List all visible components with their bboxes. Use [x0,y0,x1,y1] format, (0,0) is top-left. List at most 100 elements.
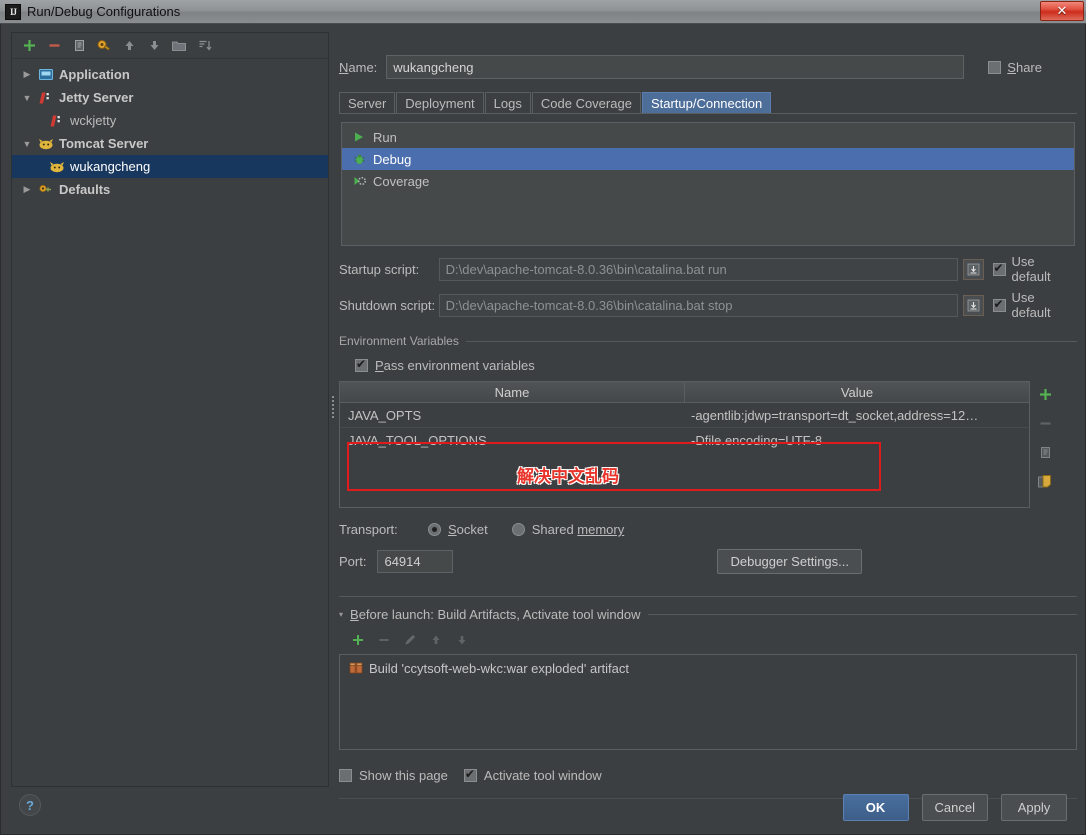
close-window-button[interactable]: ✕ [1040,1,1084,21]
before-launch-task-list[interactable]: Build 'ccytsoft-web-wkc:war exploded' ar… [339,654,1077,750]
remove-env-var-button[interactable] [1035,413,1055,433]
table-row[interactable]: JAVA_TOOL_OPTIONS -Dfile.encoding=UTF-8 [340,428,1029,478]
tab-server[interactable]: Server [339,92,396,113]
pass-env-mnemonic: P [375,358,384,373]
tab-code-coverage[interactable]: Code Coverage [531,92,641,113]
save-configuration-button[interactable] [93,35,115,57]
share-checkbox-box[interactable] [988,60,1002,74]
show-this-page-box[interactable] [339,769,352,782]
tree-item-wukangcheng[interactable]: wukangcheng [12,155,328,178]
environment-variables-table-header: Name Value [340,382,1029,403]
pass-environment-variables-checkbox[interactable]: Pass environment variables [355,357,1077,373]
pass-env-box[interactable] [355,357,368,372]
port-row: Port: Debugger Settings... [339,549,1077,574]
application-icon [37,67,54,83]
remove-task-button[interactable] [375,631,393,649]
startup-mode-debug[interactable]: Debug [342,148,1074,170]
tomcat-icon [48,159,65,175]
startup-script-macro-button[interactable] [962,258,984,280]
tree-item-label: Tomcat Server [59,136,149,151]
env-var-value: -Dfile.encoding=UTF-8 [691,433,823,448]
transport-socket-radio[interactable]: Socket [428,522,488,537]
transport-socket-radio-dot[interactable] [428,523,441,536]
startup-use-default-checkbox[interactable]: Use default [992,254,1077,284]
shutdown-use-default-checkbox[interactable]: Use default [992,290,1077,320]
share-checkbox[interactable]: Share [988,60,1042,75]
environment-variables-title: Environment Variables [339,334,1077,348]
tree-item-jetty-server[interactable]: ▼ Jetty Server [12,86,328,109]
paste-env-var-button[interactable] [1035,471,1055,491]
move-down-button[interactable] [143,35,165,57]
chevron-right-icon[interactable]: ▶ [20,68,34,82]
tree-item-application[interactable]: ▶ Application [12,63,328,86]
edit-task-button[interactable] [401,631,419,649]
artifact-icon [348,660,364,676]
before-launch-label: Before launch: Build Artifacts, Activate… [350,607,641,622]
chevron-down-icon[interactable]: ▼ [20,91,34,105]
activate-tool-window-box[interactable] [463,767,477,782]
copy-env-var-button[interactable] [1035,442,1055,462]
shutdown-script-input[interactable]: D:\dev\apache-tomcat-8.0.36\bin\catalina… [438,293,958,317]
shutdown-script-macro-button[interactable] [962,294,984,316]
startup-mode-list[interactable]: Run Debug Coverage [341,122,1075,246]
startup-script-row: Startup script: D:\dev\apache-tomcat-8.0… [339,254,1077,284]
list-item[interactable]: Build 'ccytsoft-web-wkc:war exploded' ar… [340,657,1076,679]
startup-mode-run[interactable]: Run [342,126,1074,148]
activate-tool-window-checkbox[interactable]: Activate tool window [463,767,602,783]
apply-button[interactable]: Apply [1001,794,1067,821]
jetty-icon [48,113,65,129]
tree-item-tomcat-server[interactable]: ▼ Tomcat Server [12,132,328,155]
table-row[interactable]: JAVA_OPTS -agentlib:jdwp=transport=dt_so… [340,403,1029,428]
pass-env-rest: ass environment variables [383,358,535,373]
add-task-button[interactable] [349,631,367,649]
env-var-value: -agentlib:jdwp=transport=dt_socket,addre… [691,407,979,423]
tab-startup-connection[interactable]: Startup/Connection [641,92,772,113]
run-debug-configurations-dialog: IJ Run/Debug Configurations ✕ ▶ Applicat… [0,0,1086,835]
remove-configuration-button[interactable] [43,35,65,57]
ok-button[interactable]: OK [842,794,909,821]
chevron-right-icon[interactable]: ▶ [20,183,34,197]
startup-use-default-box[interactable] [992,261,1006,276]
transport-shared-memory-radio[interactable]: Shared memory [511,522,624,537]
add-configuration-button[interactable] [18,35,40,57]
environment-variables-table[interactable]: Name Value JAVA_OPTS -agentlib:jdwp=tran… [339,381,1030,508]
port-input[interactable] [377,550,454,573]
move-up-button[interactable] [118,35,140,57]
tree-item-label: Jetty Server [59,90,134,105]
pass-env-label: Pass environment variables [375,358,535,373]
sort-configurations-button[interactable] [193,35,215,57]
tab-deployment[interactable]: Deployment [396,92,484,113]
startup-mode-coverage[interactable]: Coverage [342,170,1074,192]
shutdown-use-default-box[interactable] [992,297,1006,312]
transport-shared-memory-radio-dot[interactable] [511,523,525,536]
column-header-value: Value [840,384,874,400]
chevron-down-icon[interactable]: ▼ [20,137,34,151]
cancel-button[interactable]: Cancel [921,794,988,821]
copy-configuration-button[interactable] [68,35,90,57]
tab-logs[interactable]: Logs [484,92,531,113]
coverage-icon [351,173,367,189]
jetty-icon [37,90,54,106]
before-launch-title[interactable]: ▾ Before launch: Build Artifacts, Activa… [339,607,1077,622]
debugger-settings-button[interactable]: Debugger Settings... [717,549,862,574]
configuration-name-input[interactable] [386,55,965,79]
help-button[interactable]: ? [19,794,41,816]
environment-variables-side-toolbar [1030,381,1060,508]
shutdown-script-row: Shutdown script: D:\dev\apache-tomcat-8.… [339,290,1077,320]
startup-mode-label: Debug [373,151,412,167]
chevron-down-icon[interactable]: ▾ [339,610,343,619]
startup-mode-label: Coverage [373,173,430,189]
move-task-up-button[interactable] [427,631,445,649]
add-env-var-button[interactable] [1035,384,1055,404]
tree-item-wckjetty[interactable]: wckjetty [12,109,328,132]
panel-splitter-grip[interactable] [330,392,337,422]
move-task-down-button[interactable] [453,631,471,649]
move-into-folder-button[interactable] [168,35,190,57]
transport-label: Transport: [339,522,398,537]
tree-item-defaults[interactable]: ▶ Defaults [12,178,328,201]
env-var-name: JAVA_TOOL_OPTIONS [348,433,487,448]
name-label-mnemonic: N [339,59,349,75]
startup-script-input[interactable]: D:\dev\apache-tomcat-8.0.36\bin\catalina… [438,257,958,281]
show-this-page-checkbox[interactable]: Show this page [339,768,448,783]
window-title: Run/Debug Configurations [27,4,181,19]
